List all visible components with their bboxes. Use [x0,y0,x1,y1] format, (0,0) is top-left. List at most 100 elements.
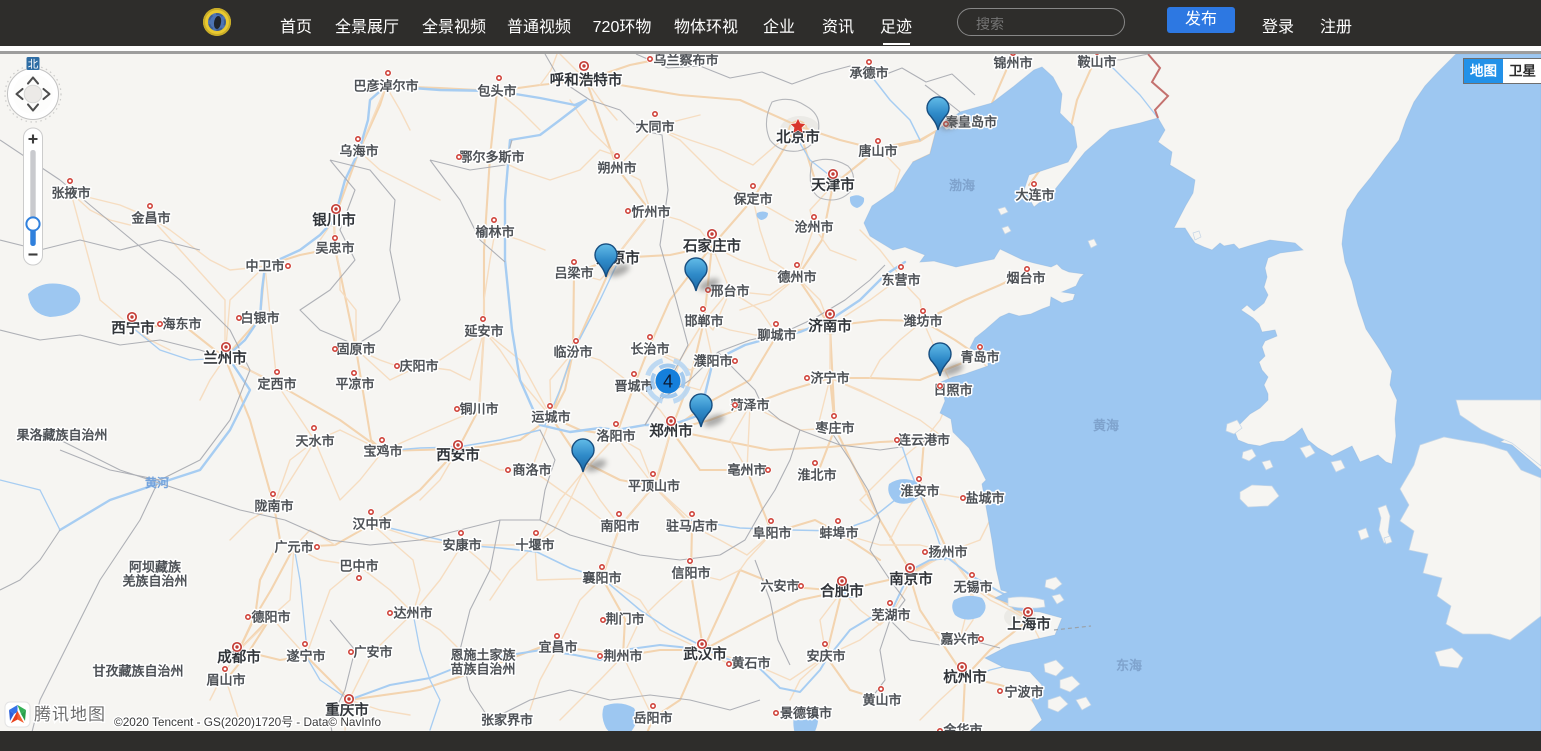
svg-text:蚌埠市: 蚌埠市 [819,526,858,541]
svg-text:淮安市: 淮安市 [899,484,939,499]
svg-text:上海市: 上海市 [1007,615,1051,633]
svg-text:卫星: 卫星 [1509,64,1536,79]
svg-text:天水市: 天水市 [295,434,334,449]
svg-text:十堰市: 十堰市 [515,538,554,553]
svg-text:庆阳市: 庆阳市 [398,359,438,374]
svg-text:包头市: 包头市 [477,84,516,99]
svg-text:襄阳市: 襄阳市 [581,571,621,586]
svg-text:商洛市: 商洛市 [512,463,551,478]
svg-text:荆州市: 荆州市 [603,649,642,664]
svg-text:芜湖市: 芜湖市 [871,608,910,623]
svg-text:巴彦淖尔市: 巴彦淖尔市 [353,79,418,94]
svg-text:黄海: 黄海 [1093,418,1119,433]
svg-text:张掖市: 张掖市 [51,186,90,201]
svg-text:烟台市: 烟台市 [1006,271,1045,286]
svg-text:定西市: 定西市 [256,377,296,392]
svg-text:沧州市: 沧州市 [794,220,833,235]
svg-text:承德市: 承德市 [849,66,888,81]
svg-text:呼和浩特市: 呼和浩特市 [550,71,623,89]
svg-text:金昌市: 金昌市 [130,211,170,226]
svg-text:榆林市: 榆林市 [475,225,514,240]
svg-text:邯郸市: 邯郸市 [684,314,723,329]
svg-text:盐城市: 盐城市 [965,491,1004,506]
svg-text:地图: 地图 [1470,63,1497,79]
svg-text:景德镇市: 景德镇市 [780,706,832,721]
svg-text:广安市: 广安市 [353,645,392,660]
svg-text:南阳市: 南阳市 [600,519,639,534]
svg-text:平凉市: 平凉市 [335,377,374,392]
svg-text:鄂尔多斯市: 鄂尔多斯市 [459,150,524,165]
svg-text:乌兰察布市: 乌兰察布市 [653,54,718,68]
svg-text:4: 4 [663,372,673,392]
svg-text:固原市: 固原市 [336,342,375,357]
svg-text:岳阳市: 岳阳市 [633,711,672,726]
svg-text:黄石市: 黄石市 [731,656,770,671]
svg-text:荆门市: 荆门市 [605,612,644,627]
svg-text:朔州市: 朔州市 [597,161,636,176]
svg-text:无锡市: 无锡市 [952,580,992,595]
svg-text:淮北市: 淮北市 [796,468,836,483]
svg-text:甘孜藏族自治州: 甘孜藏族自治州 [92,664,183,679]
svg-text:平顶山市: 平顶山市 [628,479,680,494]
svg-text:长治市: 长治市 [630,342,669,357]
svg-text:安康市: 安康市 [442,538,481,553]
svg-text:临汾市: 临汾市 [553,345,592,360]
svg-text:洛阳市: 洛阳市 [596,429,635,444]
svg-text:保定市: 保定市 [732,192,772,207]
svg-text:恩施土家族: 恩施土家族 [450,648,516,663]
svg-text:连云港市: 连云港市 [898,433,950,448]
svg-text:中卫市: 中卫市 [245,259,284,274]
svg-text:濮阳市: 濮阳市 [693,354,732,369]
svg-text:唐山市: 唐山市 [858,144,897,159]
svg-text:乌海市: 乌海市 [339,144,378,159]
svg-text:白银市: 白银市 [240,311,279,326]
svg-text:汉中市: 汉中市 [352,517,391,532]
svg-text:张家界市: 张家界市 [481,713,533,728]
svg-text:锦州市: 锦州市 [993,56,1032,71]
svg-text:枣庄市: 枣庄市 [814,421,854,436]
svg-text:德州市: 德州市 [777,270,816,285]
svg-text:渤海: 渤海 [949,178,975,193]
svg-text:信阳市: 信阳市 [671,566,710,581]
svg-text:安庆市: 安庆市 [806,649,845,664]
svg-text:遂宁市: 遂宁市 [286,649,325,664]
svg-text:延安市: 延安市 [463,324,503,339]
svg-text:黄河: 黄河 [145,475,169,490]
svg-text:鞍山市: 鞍山市 [1077,55,1116,70]
svg-text:青岛市: 青岛市 [960,350,999,365]
svg-text:潍坊市: 潍坊市 [903,314,942,329]
svg-text:吕梁市: 吕梁市 [554,266,593,281]
svg-text:宁波市: 宁波市 [1004,685,1043,700]
svg-text:德阳市: 德阳市 [251,610,290,625]
svg-text:金华市: 金华市 [942,723,982,732]
svg-text:嘉兴市: 嘉兴市 [939,632,979,647]
svg-text:海东市: 海东市 [162,317,201,332]
svg-text:羌族自治州: 羌族自治州 [122,574,187,589]
svg-text:达州市: 达州市 [393,606,432,621]
svg-text:北: 北 [28,59,39,71]
svg-text:聊城市: 聊城市 [757,328,796,343]
svg-text:眉山市: 眉山市 [206,673,245,688]
svg-text:吴忠市: 吴忠市 [315,241,354,256]
svg-text:扬州市: 扬州市 [928,545,967,560]
svg-text:大连市: 大连市 [1015,188,1054,203]
svg-text:宝鸡市: 宝鸡市 [363,444,402,459]
svg-text:©2020 Tencent - GS(2020)1720号: ©2020 Tencent - GS(2020)1720号 - Data© Na… [114,715,381,729]
svg-text:广元市: 广元市 [274,540,313,555]
svg-text:宜昌市: 宜昌市 [538,640,577,655]
svg-text:陇南市: 陇南市 [254,499,293,514]
svg-text:阿坝藏族: 阿坝藏族 [129,560,182,575]
svg-text:巴中市: 巴中市 [339,559,378,574]
svg-text:亳州市: 亳州市 [727,463,766,478]
svg-text:大同市: 大同市 [635,120,674,135]
svg-text:东营市: 东营市 [881,273,920,288]
svg-text:腾讯地图: 腾讯地图 [34,705,106,724]
svg-text:六安市: 六安市 [760,579,799,594]
svg-text:苗族自治州: 苗族自治州 [450,662,515,677]
svg-text:济宁市: 济宁市 [810,371,849,386]
svg-text:驻马店市: 驻马店市 [666,519,718,534]
svg-text:果洛藏族自治州: 果洛藏族自治州 [15,428,107,443]
svg-text:忻州市: 忻州市 [631,205,670,220]
svg-text:黄山市: 黄山市 [862,693,901,708]
svg-text:运城市: 运城市 [531,410,570,425]
